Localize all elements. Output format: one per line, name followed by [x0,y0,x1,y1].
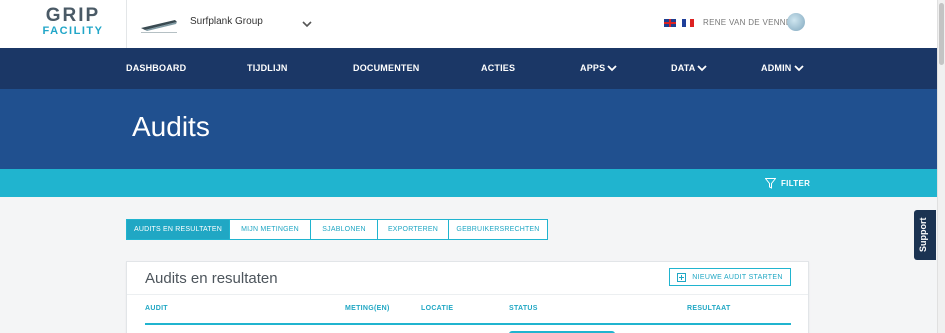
logo-line-2: FACILITY [42,25,104,37]
card-divider [127,294,808,295]
top-divider [126,0,127,48]
scrollbar[interactable] [937,0,945,333]
column-header-audit[interactable]: AUDIT [145,305,168,312]
nav-dashboard[interactable]: DASHBOARD [126,63,186,73]
grip-facility-logo[interactable]: GRIP FACILITY [38,5,108,41]
title-band: Audits [0,89,937,169]
nav-admin[interactable]: ADMIN [761,63,804,73]
main-navigation: DASHBOARD TIJDLIJN DOCUMENTEN ACTIES APP… [0,48,937,89]
chevron-down-icon[interactable] [300,17,314,31]
nav-apps[interactable]: APPS [580,63,617,73]
chevron-down-icon [793,65,804,72]
nav-apps-label: APPS [580,63,606,73]
column-header-metingen[interactable]: METING(EN) [345,305,390,312]
audits-card: Audits en resultaten NIEUWE AUDIT STARTE… [126,261,809,333]
page-title: Audits [132,111,210,142]
avatar[interactable] [787,13,805,31]
nav-acties[interactable]: ACTIES [481,63,515,73]
column-header-resultaat[interactable]: RESULTAAT [687,305,731,312]
nav-documenten[interactable]: DOCUMENTEN [353,63,420,73]
nav-admin-label: ADMIN [761,63,792,73]
company-selector[interactable]: Surfplank Group [190,16,263,27]
chevron-down-icon [697,65,708,72]
nav-data[interactable]: DATA [671,63,708,73]
tab-sjablonen[interactable]: SJABLONEN [311,219,378,240]
new-audit-button[interactable]: NIEUWE AUDIT STARTEN [669,268,791,286]
app-page: GRIP FACILITY Surfplank Group RENE VAN D… [0,0,945,333]
filter-button[interactable]: FILTER [765,178,810,189]
nav-dashboard-label: DASHBOARD [126,63,187,73]
filter-icon [765,178,776,189]
new-audit-label: NIEUWE AUDIT STARTEN [692,273,783,281]
support-tab[interactable]: Support [914,210,936,260]
logo-line-1: GRIP [45,5,101,26]
user-name[interactable]: RENE VAN DE VENNE [703,18,792,27]
tab-mijn-metingen[interactable]: MIJN METINGEN [230,219,311,240]
filter-label: FILTER [781,179,811,188]
card-title: Audits en resultaten [145,270,278,287]
nav-documenten-label: DOCUMENTEN [353,63,420,73]
french-flag-icon[interactable] [682,19,694,27]
tab-exporteren[interactable]: EXPORTEREN [378,219,449,240]
tab-gebruikersrechten[interactable]: GEBRUIKERSRECHTEN [449,219,548,240]
tab-audits-en-resultaten[interactable]: AUDITS EN RESULTATEN [126,219,230,240]
column-header-locatie[interactable]: LOCATIE [421,305,453,312]
table-header-underline [145,323,791,325]
chevron-down-icon [607,65,617,72]
scrollbar-thumb[interactable] [939,3,944,65]
nav-data-label: DATA [671,63,696,73]
support-label: Support [918,217,928,253]
nav-acties-label: ACTIES [481,63,516,73]
column-header-status[interactable]: STATUS [509,305,538,312]
nav-tijdlijn-label: TIJDLIJN [247,63,288,73]
filter-bar: FILTER [0,169,937,197]
nav-tijdlijn[interactable]: TIJDLIJN [247,63,288,73]
company-logo-icon [141,20,177,33]
plus-icon [677,272,687,282]
top-bar: GRIP FACILITY Surfplank Group RENE VAN D… [0,0,937,48]
english-flag-icon[interactable] [664,19,676,27]
audit-tabs: AUDITS EN RESULTATEN MIJN METINGEN SJABL… [126,219,548,240]
